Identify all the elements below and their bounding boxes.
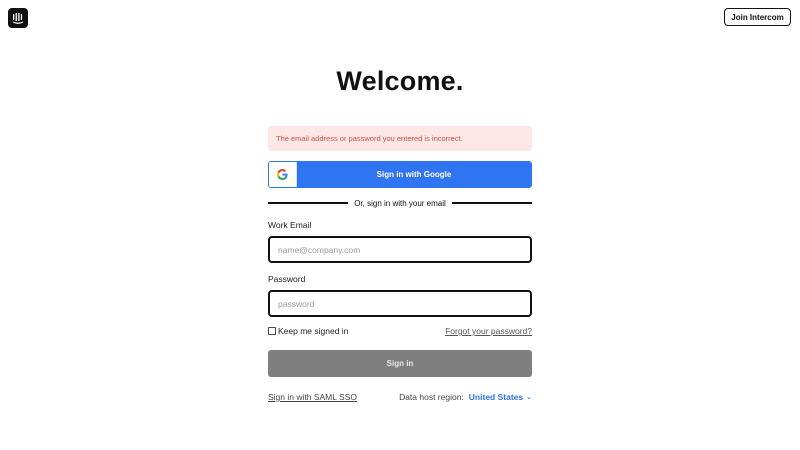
google-button-label: Sign in with Google [297,162,531,187]
password-field[interactable] [268,290,532,317]
chevron-down-icon: ⌄ [526,394,532,401]
divider-line-left [268,202,349,204]
divider-text: Or, sign in with your email [354,198,446,208]
region-label: Data host region: [399,392,464,402]
divider-line-right [451,202,532,204]
keep-signed-in-label: Keep me signed in [278,326,349,336]
password-label: Password [268,274,306,284]
error-message: The email address or password you entere… [268,126,532,151]
region-selector[interactable]: United States ⌄ [469,392,532,402]
region-value: United States [468,392,524,402]
login-form: The email address or password you entere… [268,126,532,403]
forgot-password-link[interactable]: Forgot your password? [445,326,532,336]
email-field[interactable] [268,236,532,263]
keep-signed-in[interactable]: Keep me signed in [268,326,348,336]
bottom-row: Sign in with SAML SSO Data host region: … [268,391,532,403]
keep-signed-in-checkbox[interactable] [268,327,276,335]
join-intercom-button[interactable]: Join Intercom [724,8,791,26]
page-title: Welcome. [336,66,464,96]
intercom-logo[interactable] [8,8,28,28]
divider: Or, sign in with your email [268,197,532,209]
google-icon [269,162,297,187]
options-row: Keep me signed in Forgot your password? [268,325,532,337]
sign-in-with-google-button[interactable]: Sign in with Google [268,161,532,188]
data-region: Data host region: United States ⌄ [399,392,532,402]
sign-in-button[interactable]: Sign in [268,350,532,377]
intercom-logo-icon [12,13,24,24]
email-label: Work Email [268,220,312,230]
saml-sso-link[interactable]: Sign in with SAML SSO [268,392,357,402]
